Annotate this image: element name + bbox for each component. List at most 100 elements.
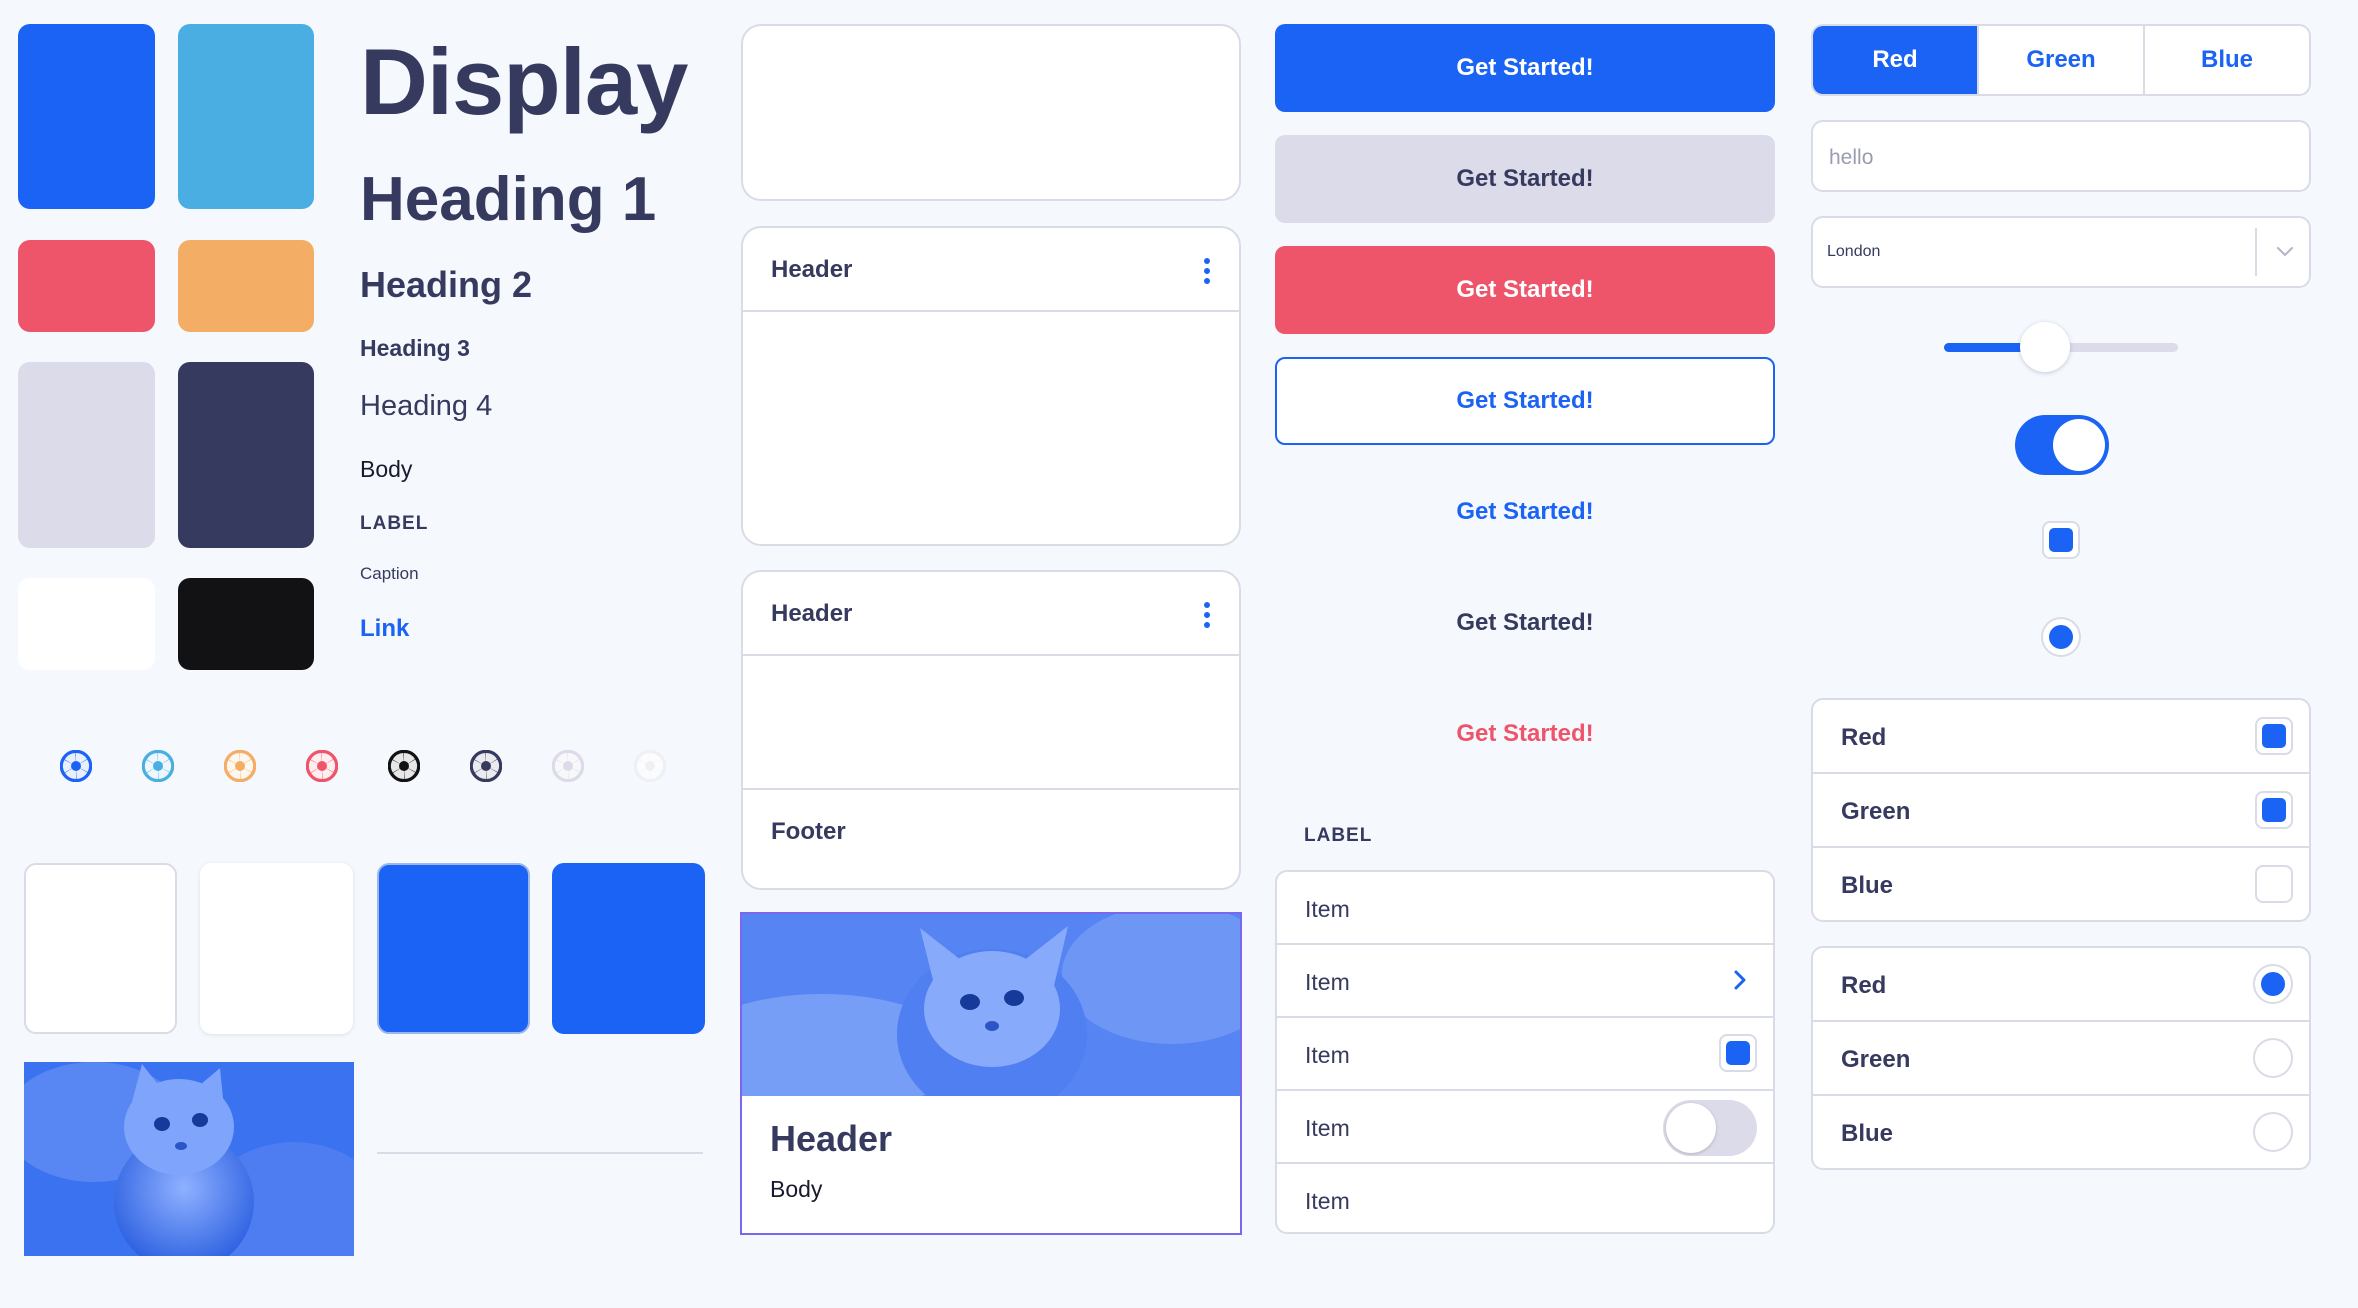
card-with-header: Header: [741, 226, 1241, 546]
card-header: Header: [743, 572, 1239, 656]
card-with-header-footer: Header Footer: [741, 570, 1241, 890]
checkbox-control[interactable]: [2255, 717, 2293, 755]
color-swatch-navy: [178, 362, 314, 548]
text-input[interactable]: hello: [1811, 120, 2311, 192]
more-vertical-icon[interactable]: [1203, 602, 1211, 628]
list-item-label: Item: [1305, 969, 1350, 995]
secondary-button[interactable]: Get Started!: [1275, 135, 1775, 223]
typo-heading-3: Heading 3: [360, 335, 470, 361]
radio-control[interactable]: [2253, 1038, 2293, 1078]
color-swatch-sky: [178, 24, 314, 209]
radio-button[interactable]: [2041, 617, 2081, 657]
checkbox-control[interactable]: [2255, 791, 2293, 829]
kitten-image: [24, 1062, 354, 1256]
toggle-switch[interactable]: [2015, 415, 2109, 475]
typo-heading-1: Heading 1: [360, 165, 657, 234]
option-label: Red: [1841, 724, 1887, 751]
aperture-icon: [634, 750, 666, 782]
aperture-icon: [142, 750, 174, 782]
text-button-primary[interactable]: Get Started!: [1275, 468, 1775, 556]
divider: [377, 1152, 703, 1154]
card-header-title: Header: [771, 600, 853, 627]
aperture-icon: [388, 750, 420, 782]
tile-blue-outlined: [377, 863, 530, 1034]
option-label: Green: [1841, 1046, 1911, 1073]
chevron-right-icon: [1734, 970, 1746, 990]
radio-option-blue[interactable]: Blue: [1813, 1096, 2309, 1168]
list-item-label: Item: [1305, 1115, 1350, 1141]
list-item-label: Item: [1305, 1042, 1350, 1068]
checkbox-option-green[interactable]: Green: [1813, 774, 2309, 848]
list-item-checkbox-control[interactable]: [1719, 1034, 1757, 1072]
list-section-label: LABEL: [1304, 825, 1373, 846]
list-item-label: Item: [1305, 1188, 1350, 1214]
checkbox-control[interactable]: [2255, 865, 2293, 903]
typo-heading-2: Heading 2: [360, 264, 533, 305]
radio-control[interactable]: [2253, 964, 2293, 1004]
color-swatch-orange: [178, 240, 314, 332]
checkbox-option-red[interactable]: Red: [1813, 700, 2309, 774]
typo-display: Display: [360, 29, 688, 134]
outline-button[interactable]: Get Started!: [1275, 357, 1775, 445]
primary-button[interactable]: Get Started!: [1275, 24, 1775, 112]
aperture-icon: [470, 750, 502, 782]
text-button-danger[interactable]: Get Started!: [1275, 690, 1775, 778]
card-footer: Footer: [743, 788, 1239, 888]
typo-link[interactable]: Link: [360, 615, 409, 643]
chevron-down-icon: [2277, 247, 2293, 256]
card-header: Header: [743, 228, 1239, 312]
card-footer-label: Footer: [771, 818, 846, 845]
typo-caption: Caption: [360, 564, 419, 583]
aperture-icon: [224, 750, 256, 782]
typo-body: Body: [360, 456, 413, 482]
card-header-title: Header: [771, 256, 853, 283]
aperture-icon: [552, 750, 584, 782]
text-input-value: hello: [1829, 146, 1874, 169]
list-item-toggle-control[interactable]: [1663, 1100, 1757, 1156]
color-swatch-white: [18, 578, 155, 670]
tile-blue: [552, 863, 705, 1034]
list-item-checkbox[interactable]: Item: [1277, 1018, 1773, 1091]
text-button-dark[interactable]: Get Started!: [1275, 579, 1775, 667]
color-swatch-coral: [18, 240, 155, 332]
select-divider: [2255, 228, 2257, 276]
toggle-knob: [1666, 1103, 1716, 1153]
segment-blue[interactable]: Blue: [2145, 26, 2309, 94]
danger-button[interactable]: Get Started!: [1275, 246, 1775, 334]
media-card-body: Body: [770, 1176, 823, 1202]
list-item-chevron[interactable]: Item: [1277, 945, 1773, 1018]
option-label: Red: [1841, 972, 1887, 999]
checkbox-option-blue[interactable]: Blue: [1813, 848, 2309, 920]
color-swatch-lavender: [18, 362, 155, 548]
more-vertical-icon[interactable]: [1203, 258, 1211, 284]
toggle-knob: [2053, 419, 2105, 471]
select-dropdown[interactable]: London: [1811, 216, 2311, 288]
list-item-label: Item: [1305, 896, 1350, 922]
aperture-icon: [306, 750, 338, 782]
list-item-toggle[interactable]: Item: [1277, 1091, 1773, 1164]
list-item[interactable]: Item: [1277, 872, 1773, 945]
checkbox[interactable]: [2042, 521, 2080, 559]
segmented-control: Red Green Blue: [1811, 24, 2311, 96]
radio-group: Red Green Blue: [1811, 946, 2311, 1170]
radio-option-red[interactable]: Red: [1813, 948, 2309, 1022]
card-empty: [741, 24, 1241, 201]
color-swatch-black: [178, 578, 314, 670]
radio-option-green[interactable]: Green: [1813, 1022, 2309, 1096]
radio-control[interactable]: [2253, 1112, 2293, 1152]
media-card-header: Header: [770, 1118, 893, 1159]
color-swatch-primary: [18, 24, 155, 209]
slider[interactable]: [1944, 322, 2178, 372]
typo-heading-4: Heading 4: [360, 390, 493, 422]
checkbox-group: Red Green Blue: [1811, 698, 2311, 922]
aperture-icon: [60, 750, 92, 782]
segment-red[interactable]: Red: [1813, 26, 1979, 94]
slider-thumb[interactable]: [2019, 322, 2070, 372]
media-card[interactable]: Header Body: [740, 912, 1242, 1235]
list: Item Item Item Item Item: [1275, 870, 1775, 1234]
list-item[interactable]: Item: [1277, 1164, 1773, 1232]
segment-green[interactable]: Green: [1979, 26, 2145, 94]
option-label: Green: [1841, 798, 1911, 825]
option-label: Blue: [1841, 872, 1894, 899]
tile-white-outlined: [24, 863, 177, 1034]
